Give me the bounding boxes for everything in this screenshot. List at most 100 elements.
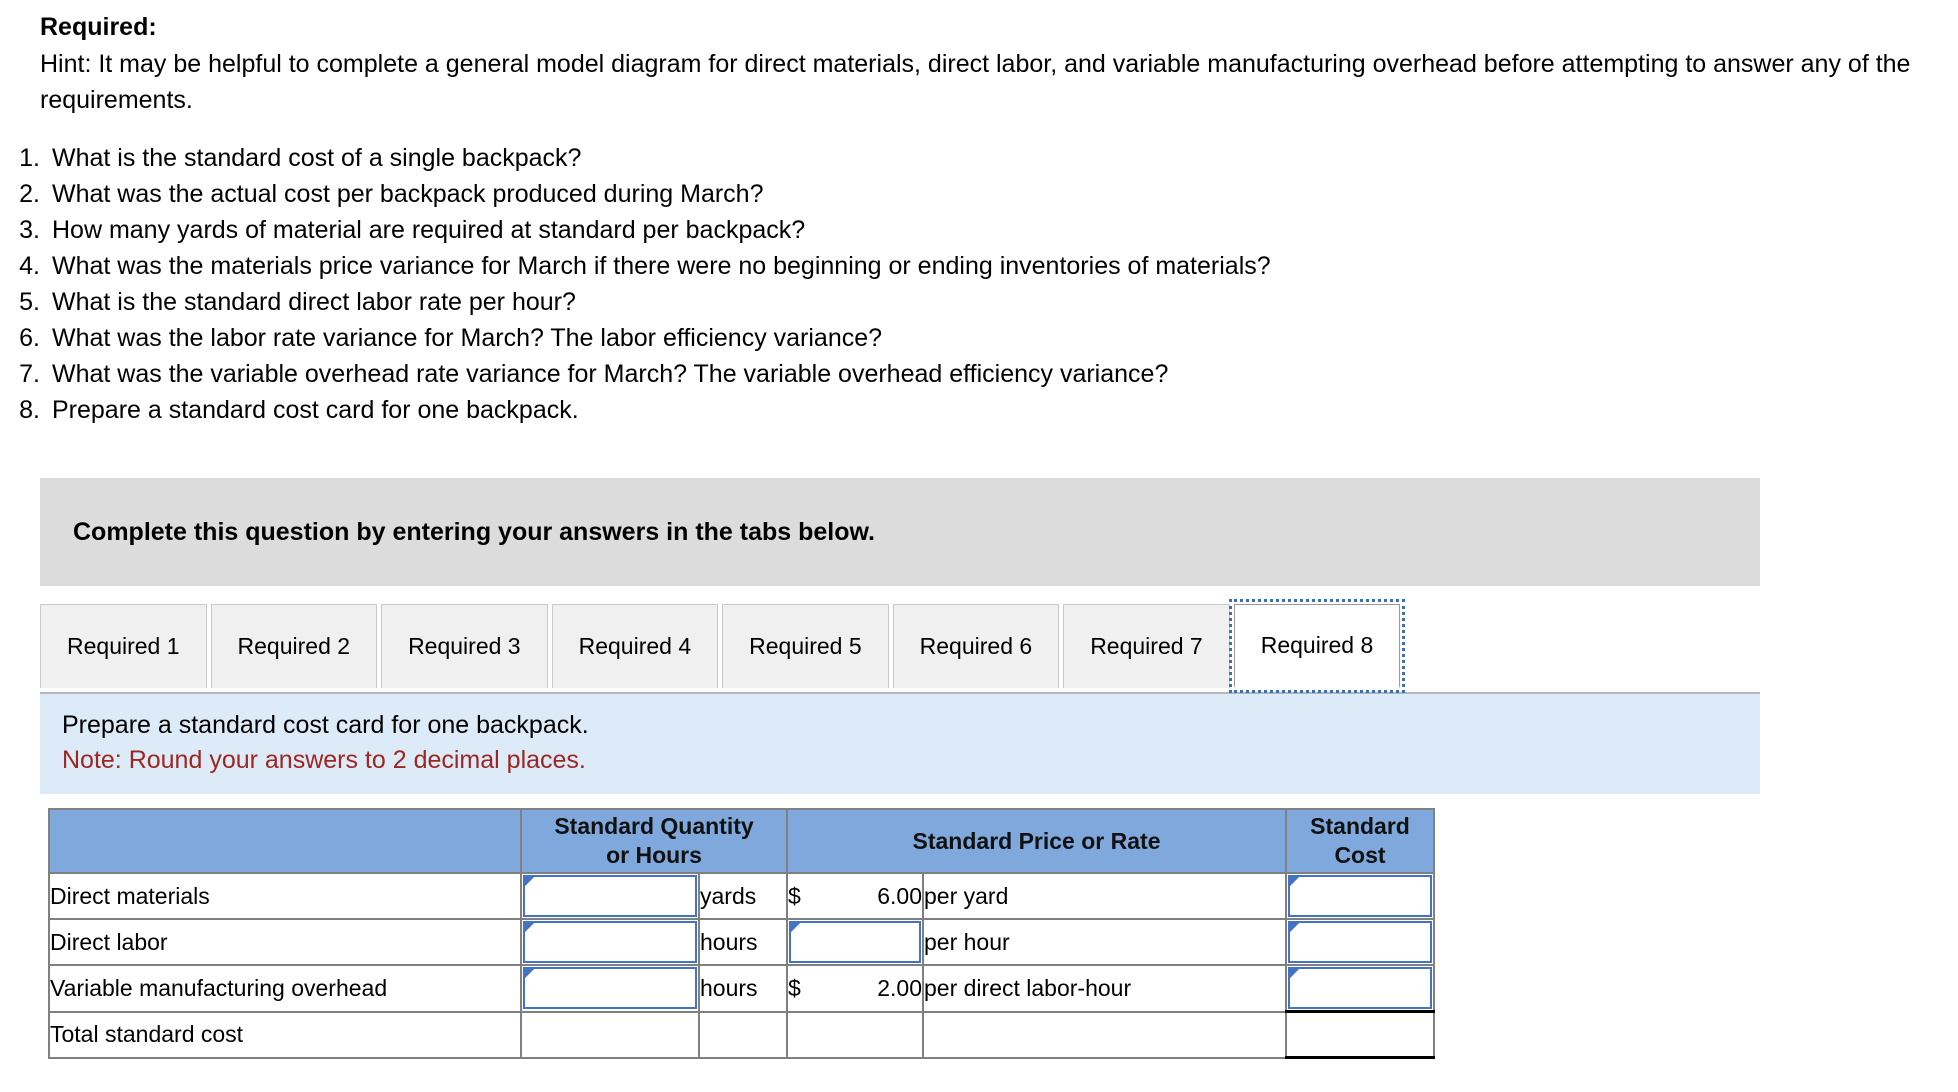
- required-tabs: Required 1 Required 2 Required 3 Required 4…: [40, 599, 1760, 694]
- total-unit-cell: [698, 1010, 788, 1059]
- requirement-number: 4.: [19, 252, 40, 280]
- row-label: Variable manufacturing overhead: [48, 964, 522, 1013]
- tab-required-8[interactable]: Required 8: [1228, 599, 1406, 693]
- total-row-label: Total standard cost: [48, 1010, 522, 1059]
- tab-label: Required 7: [1090, 633, 1203, 659]
- instructions-banner-text: Complete this question by entering your …: [73, 517, 875, 546]
- tab-label: Required 1: [67, 633, 180, 659]
- rounding-note: Note: Round your answers to 2 decimal pl…: [62, 746, 586, 774]
- requirement-text: What was the actual cost per backpack pr…: [52, 180, 764, 208]
- standard-cost-input[interactable]: [1288, 967, 1432, 1009]
- row-label: Direct materials: [48, 872, 522, 920]
- requirement-number: 2.: [19, 180, 40, 208]
- price-value: 6.00: [877, 882, 922, 909]
- currency-symbol: $: [788, 882, 801, 909]
- requirement-number: 6.: [19, 324, 40, 352]
- requirement-item: 1. What is the standard cost of a single …: [0, 140, 1958, 176]
- requirement-text: What is the standard direct labor rate p…: [52, 288, 576, 316]
- requirement-item: 5. What is the standard direct labor rate…: [0, 284, 1958, 320]
- quantity-input[interactable]: [523, 875, 697, 917]
- instructions-banner: Complete this question by entering your …: [40, 478, 1760, 586]
- price-value: 2.00: [877, 974, 922, 1001]
- tab-label: Required 5: [749, 633, 862, 659]
- tab-required-6[interactable]: Required 6: [892, 604, 1060, 688]
- header-standard-quantity-line1: Standard Quantity: [554, 813, 754, 839]
- task-prompt: Prepare a standard cost card for one bac…: [62, 711, 589, 739]
- tab-label: Required 4: [578, 633, 692, 659]
- requirement-item: 2. What was the actual cost per backpack …: [0, 176, 1958, 212]
- hint-text: Hint: It may be helpful to complete a ge…: [40, 50, 1911, 114]
- page-title: Required:: [40, 13, 157, 41]
- requirement-number: 1.: [19, 144, 40, 172]
- standard-cost-input-cell[interactable]: [1285, 872, 1435, 920]
- header-standard-cost-line1: Standard: [1310, 813, 1410, 839]
- price-cell: $2.00: [786, 964, 924, 1013]
- row-label: Direct labor: [48, 918, 522, 966]
- table-row: Direct labor hours per hour: [48, 918, 1435, 966]
- header-standard-cost-line2: Cost: [1334, 842, 1386, 868]
- unit-label: hours: [698, 918, 788, 966]
- table-row: Direct materials yards $6.00 per yard: [48, 872, 1435, 920]
- header-standard-price: Standard Price or Rate: [786, 808, 1287, 874]
- quantity-input[interactable]: [523, 921, 697, 963]
- tab-required-3[interactable]: Required 3: [381, 604, 548, 688]
- requirement-number: 7.: [19, 360, 40, 388]
- unit-label: hours: [698, 964, 788, 1013]
- table-row-total: Total standard cost: [48, 1010, 1435, 1059]
- quantity-input-cell[interactable]: [520, 918, 700, 966]
- table-header-row: Standard Quantity or Hours Standard Pric…: [48, 808, 1435, 874]
- requirement-number: 5.: [19, 288, 40, 316]
- requirement-item: 8. Prepare a standard cost card for one b…: [0, 392, 1958, 428]
- requirement-number: 3.: [19, 216, 40, 244]
- quantity-input-cell[interactable]: [520, 964, 700, 1013]
- quantity-input-cell[interactable]: [520, 872, 700, 920]
- rate-basis-label: per direct labor-hour: [922, 964, 1287, 1013]
- price-cell: $6.00: [786, 872, 924, 920]
- tab-label: Required 8: [1260, 632, 1374, 658]
- requirement-item: 6. What was the labor rate variance for M…: [0, 320, 1958, 356]
- requirements-list: 1. What is the standard cost of a single …: [0, 140, 1958, 428]
- cost-card-wrapper: Standard Quantity or Hours Standard Pric…: [48, 808, 1958, 1059]
- header-blank: [48, 808, 522, 874]
- tab-required-4[interactable]: Required 4: [551, 604, 719, 688]
- total-rate-cell: [922, 1010, 1287, 1059]
- requirement-item: 3. How many yards of material are require…: [0, 212, 1958, 248]
- tab-required-5[interactable]: Required 5: [722, 604, 889, 688]
- requirement-item: 7. What was the variable overhead rate va…: [0, 356, 1958, 392]
- standard-cost-card-table: Standard Quantity or Hours Standard Pric…: [48, 808, 1435, 1059]
- table-row: Variable manufacturing overhead hours $2.0…: [48, 964, 1435, 1013]
- rate-basis-label: per yard: [922, 872, 1287, 920]
- requirement-number: 8.: [19, 396, 40, 424]
- tab-required-2[interactable]: Required 2: [210, 604, 378, 688]
- rate-input[interactable]: [789, 921, 921, 963]
- quantity-input[interactable]: [523, 967, 697, 1010]
- header-standard-quantity-line2: or Hours: [606, 842, 702, 868]
- intro-block: Required: Hint: It may be helpful to com…: [0, 0, 1958, 118]
- requirement-text: What was the materials price variance fo…: [52, 252, 1271, 280]
- total-standard-cost-cell: [1285, 1010, 1435, 1059]
- requirement-text: What was the variable overhead rate vari…: [52, 360, 1169, 388]
- standard-cost-input[interactable]: [1288, 875, 1432, 917]
- requirement-text: Prepare a standard cost card for one bac…: [52, 396, 579, 424]
- rate-input-cell[interactable]: [786, 918, 924, 966]
- standard-cost-input-cell[interactable]: [1285, 918, 1435, 966]
- requirement-item: 4. What was the materials price variance …: [0, 248, 1958, 284]
- tab-label: Required 2: [237, 633, 351, 659]
- requirement-text: What is the standard cost of a single ba…: [52, 144, 582, 172]
- total-quantity-cell: [520, 1010, 700, 1059]
- standard-cost-input-cell[interactable]: [1285, 964, 1435, 1013]
- header-standard-quantity: Standard Quantity or Hours: [520, 808, 788, 874]
- task-instruction-panel: Prepare a standard cost card for one bac…: [40, 694, 1760, 794]
- requirement-text: What was the labor rate variance for Mar…: [52, 324, 883, 352]
- tab-required-1[interactable]: Required 1: [40, 604, 207, 688]
- tab-label: Required 3: [408, 633, 521, 659]
- rate-basis-label: per hour: [922, 918, 1287, 966]
- tab-required-7[interactable]: Required 7: [1063, 604, 1230, 688]
- unit-label: yards: [698, 872, 788, 920]
- header-standard-cost: Standard Cost: [1285, 808, 1435, 874]
- currency-symbol: $: [788, 974, 801, 1001]
- standard-cost-input[interactable]: [1288, 921, 1432, 963]
- requirement-text: How many yards of material are required …: [52, 216, 806, 244]
- total-price-cell: [786, 1010, 924, 1059]
- tab-label: Required 6: [919, 633, 1033, 659]
